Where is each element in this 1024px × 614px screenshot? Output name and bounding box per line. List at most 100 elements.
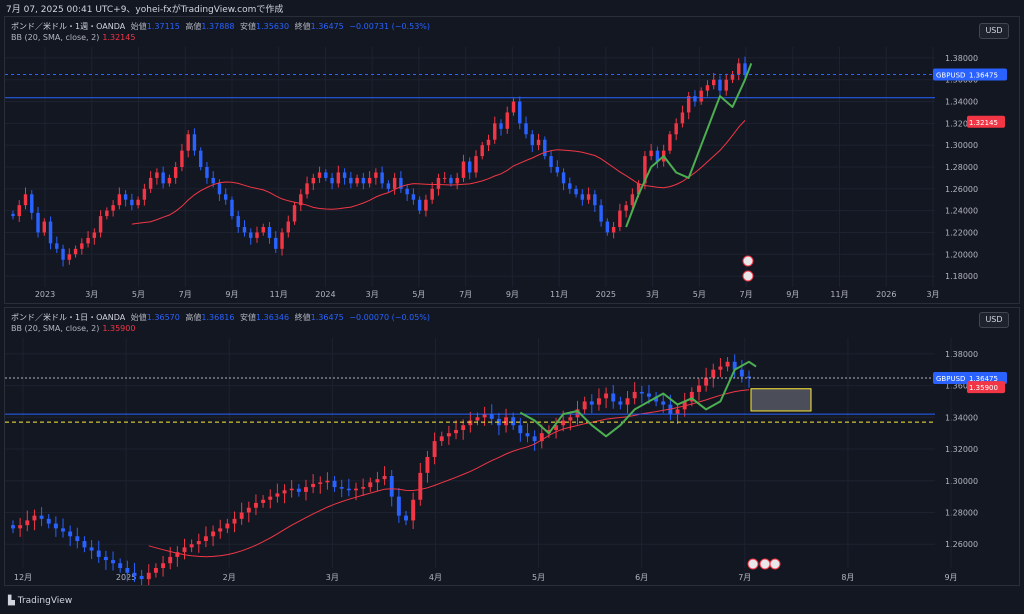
candle-body <box>530 134 535 146</box>
candle-body <box>317 172 322 178</box>
candle-body <box>136 199 140 206</box>
candle-body <box>561 172 566 184</box>
tradingview-logo[interactable]: ▙ TradingView <box>8 596 72 606</box>
candle-body <box>39 515 44 519</box>
candle-body <box>574 188 578 195</box>
candle-body <box>96 550 101 557</box>
candle-body <box>196 541 201 545</box>
candle-body <box>146 572 151 580</box>
candle-body <box>386 183 391 189</box>
candle-body <box>155 172 159 178</box>
candle-body <box>675 409 680 415</box>
candle-body <box>239 512 244 519</box>
candle-body <box>182 547 187 553</box>
candle-body <box>253 502 258 508</box>
price-tag-value: 1.36475 <box>969 72 998 80</box>
candle-body <box>511 417 516 426</box>
candle-body <box>718 366 723 370</box>
weekly-chart-canvas[interactable]: 1.380001.360001.340001.320001.300001.280… <box>5 17 1019 303</box>
candle-body <box>718 79 722 91</box>
candle-body <box>42 221 47 233</box>
candle-body <box>505 112 509 129</box>
candle-body <box>680 112 685 124</box>
candle-body <box>17 205 21 217</box>
candle-body <box>589 401 594 405</box>
candle-body <box>186 134 190 151</box>
candle-body <box>274 237 278 249</box>
candle-body <box>173 167 178 178</box>
candle-body <box>349 177 353 184</box>
candle-body <box>743 63 747 75</box>
candle-body <box>268 496 273 500</box>
candle-body <box>148 177 153 189</box>
candle-body <box>296 488 301 492</box>
candle-body <box>555 167 560 173</box>
candle-body <box>75 536 80 542</box>
candle-body <box>103 556 108 561</box>
flag-icon <box>742 270 754 282</box>
candle-body <box>411 499 416 521</box>
candle-body <box>318 482 323 484</box>
candle-body <box>275 493 280 497</box>
x-tick-label: 9月 <box>506 290 519 299</box>
candle-body <box>67 254 72 260</box>
brand-text: TradingView <box>17 596 73 606</box>
candle-body <box>582 401 587 410</box>
candle-body <box>46 518 51 524</box>
candle-body <box>536 139 541 146</box>
y-tick-label: 1.34000 <box>945 413 978 422</box>
candle-body <box>454 430 458 434</box>
candle-body <box>568 183 572 189</box>
daily-chart-pane[interactable]: ポンド／米ドル・1日・OANDA 始値1.36570 高値1.36816 安値1… <box>4 307 1020 586</box>
candle-body <box>132 572 137 576</box>
candle-body <box>55 243 59 249</box>
candle-body <box>255 232 259 238</box>
candle-body <box>382 476 387 480</box>
candle-body <box>737 63 741 75</box>
candle-body <box>549 156 553 167</box>
candle-body <box>161 172 165 184</box>
bb-tag-value: 1.32145 <box>969 119 998 127</box>
flag-icon <box>747 558 759 570</box>
candle-body <box>218 528 223 532</box>
candle-body <box>61 248 65 260</box>
candle-body <box>330 177 334 184</box>
candle-body <box>618 401 623 405</box>
candle-body <box>225 523 230 529</box>
candle-body <box>374 172 378 178</box>
candle-body <box>242 227 247 233</box>
candle-body <box>711 369 716 378</box>
candle-body <box>699 90 703 102</box>
candle-body <box>449 177 453 184</box>
candle-body <box>68 531 73 537</box>
candle-body <box>405 188 409 195</box>
candle-body <box>739 369 744 377</box>
candle-body <box>86 237 90 244</box>
candle-body <box>624 205 628 211</box>
candle-body <box>73 248 78 255</box>
flag-icon <box>769 558 781 570</box>
x-tick-label: 9月 <box>944 573 957 582</box>
y-tick-label: 1.32000 <box>945 445 978 454</box>
candle-body <box>23 194 28 206</box>
candle-body <box>432 441 437 457</box>
candle-body <box>11 213 15 217</box>
candle-body <box>446 433 451 437</box>
candle-body <box>48 221 53 244</box>
candle-body <box>203 536 208 542</box>
y-tick-label: 1.20000 <box>945 250 978 259</box>
candle-body <box>280 232 284 249</box>
candle-body <box>618 210 622 227</box>
candle-body <box>205 167 209 178</box>
candle-body <box>18 525 23 529</box>
weekly-chart-pane[interactable]: ポンド／米ドル・1週・OANDA 始値1.37115 高値1.37888 安値1… <box>4 16 1020 304</box>
candle-body <box>468 420 473 426</box>
candle-body <box>475 417 480 421</box>
candle-body <box>611 227 616 233</box>
daily-chart-canvas[interactable]: 1.380001.360001.340001.320001.300001.280… <box>5 308 1019 585</box>
x-tick-label: 11月 <box>830 290 848 299</box>
candle-body <box>711 79 716 86</box>
candle-body <box>282 490 287 494</box>
candle-body <box>724 79 728 91</box>
candle-body <box>292 205 297 222</box>
